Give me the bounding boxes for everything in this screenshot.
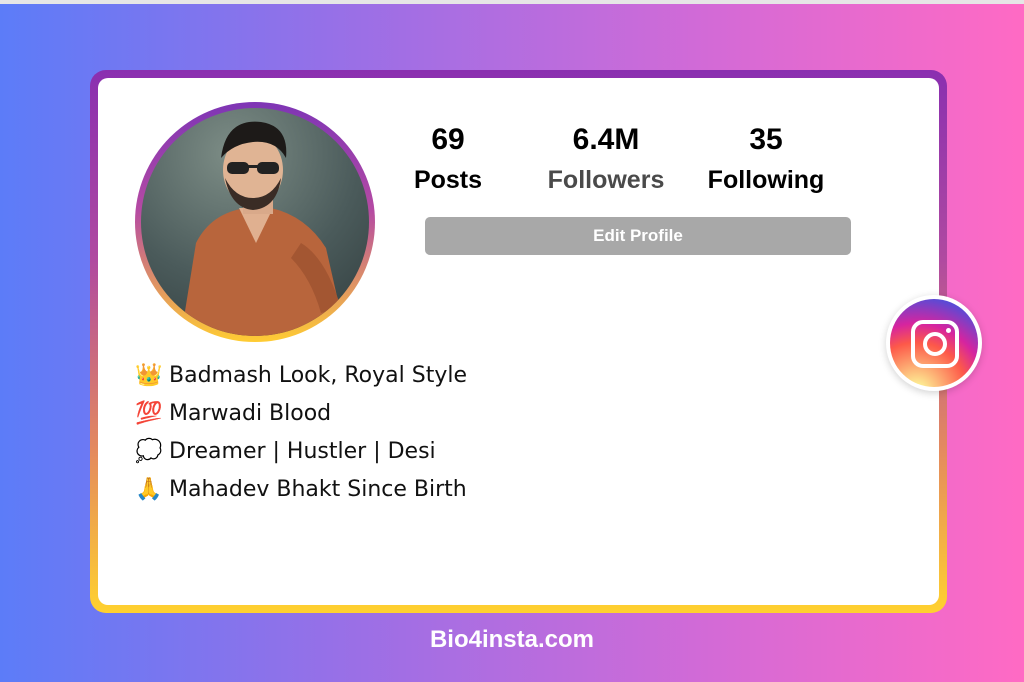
posts-label: Posts xyxy=(413,166,483,194)
folded-hands-icon: 🙏 xyxy=(135,476,163,502)
bio-text: Badmash Look, Royal Style xyxy=(169,362,467,388)
crown-icon: 👑 xyxy=(135,362,163,388)
bio-line: 👑 Badmash Look, Royal Style xyxy=(135,356,467,394)
bio: 👑 Badmash Look, Royal Style 💯 Marwadi Bl… xyxy=(135,356,467,508)
stat-following[interactable]: 35 Following xyxy=(681,123,851,195)
instagram-icon xyxy=(890,299,978,387)
following-count: 35 xyxy=(749,123,783,156)
instagram-camera-icon xyxy=(911,320,959,368)
thought-bubble-icon: 💭 xyxy=(135,438,163,464)
avatar[interactable] xyxy=(141,108,369,336)
bio-text: Dreamer | Hustler | Desi xyxy=(169,438,436,464)
profile-card: 69 Posts 6.4M Followers 35 Following Edi… xyxy=(98,78,939,605)
stat-posts[interactable]: 69 Posts xyxy=(363,123,533,195)
bio-line: 💭 Dreamer | Hustler | Desi xyxy=(135,432,467,470)
following-label: Following xyxy=(707,166,825,194)
instagram-lens-icon xyxy=(923,332,947,356)
top-border xyxy=(0,0,1024,4)
hundred-points-icon: 💯 xyxy=(135,400,163,426)
bio-line: 💯 Marwadi Blood xyxy=(135,394,467,432)
avatar-ring xyxy=(135,102,375,342)
followers-label: Followers xyxy=(547,166,665,194)
bio-text: Mahadev Bhakt Since Birth xyxy=(169,476,467,502)
followers-count: 6.4M xyxy=(572,123,640,156)
instagram-badge[interactable] xyxy=(886,295,982,391)
instagram-dot-icon xyxy=(946,328,951,333)
site-name: Bio4insta.com xyxy=(429,626,595,653)
bio-line: 🙏 Mahadev Bhakt Since Birth xyxy=(135,470,467,508)
stat-followers[interactable]: 6.4M Followers xyxy=(521,123,691,195)
posts-count: 69 xyxy=(431,123,465,156)
edit-profile-button[interactable]: Edit Profile xyxy=(425,217,851,255)
avatar-photo-icon xyxy=(181,121,346,336)
profile-card-frame: 69 Posts 6.4M Followers 35 Following Edi… xyxy=(90,70,947,613)
bio-text: Marwadi Blood xyxy=(169,400,332,426)
